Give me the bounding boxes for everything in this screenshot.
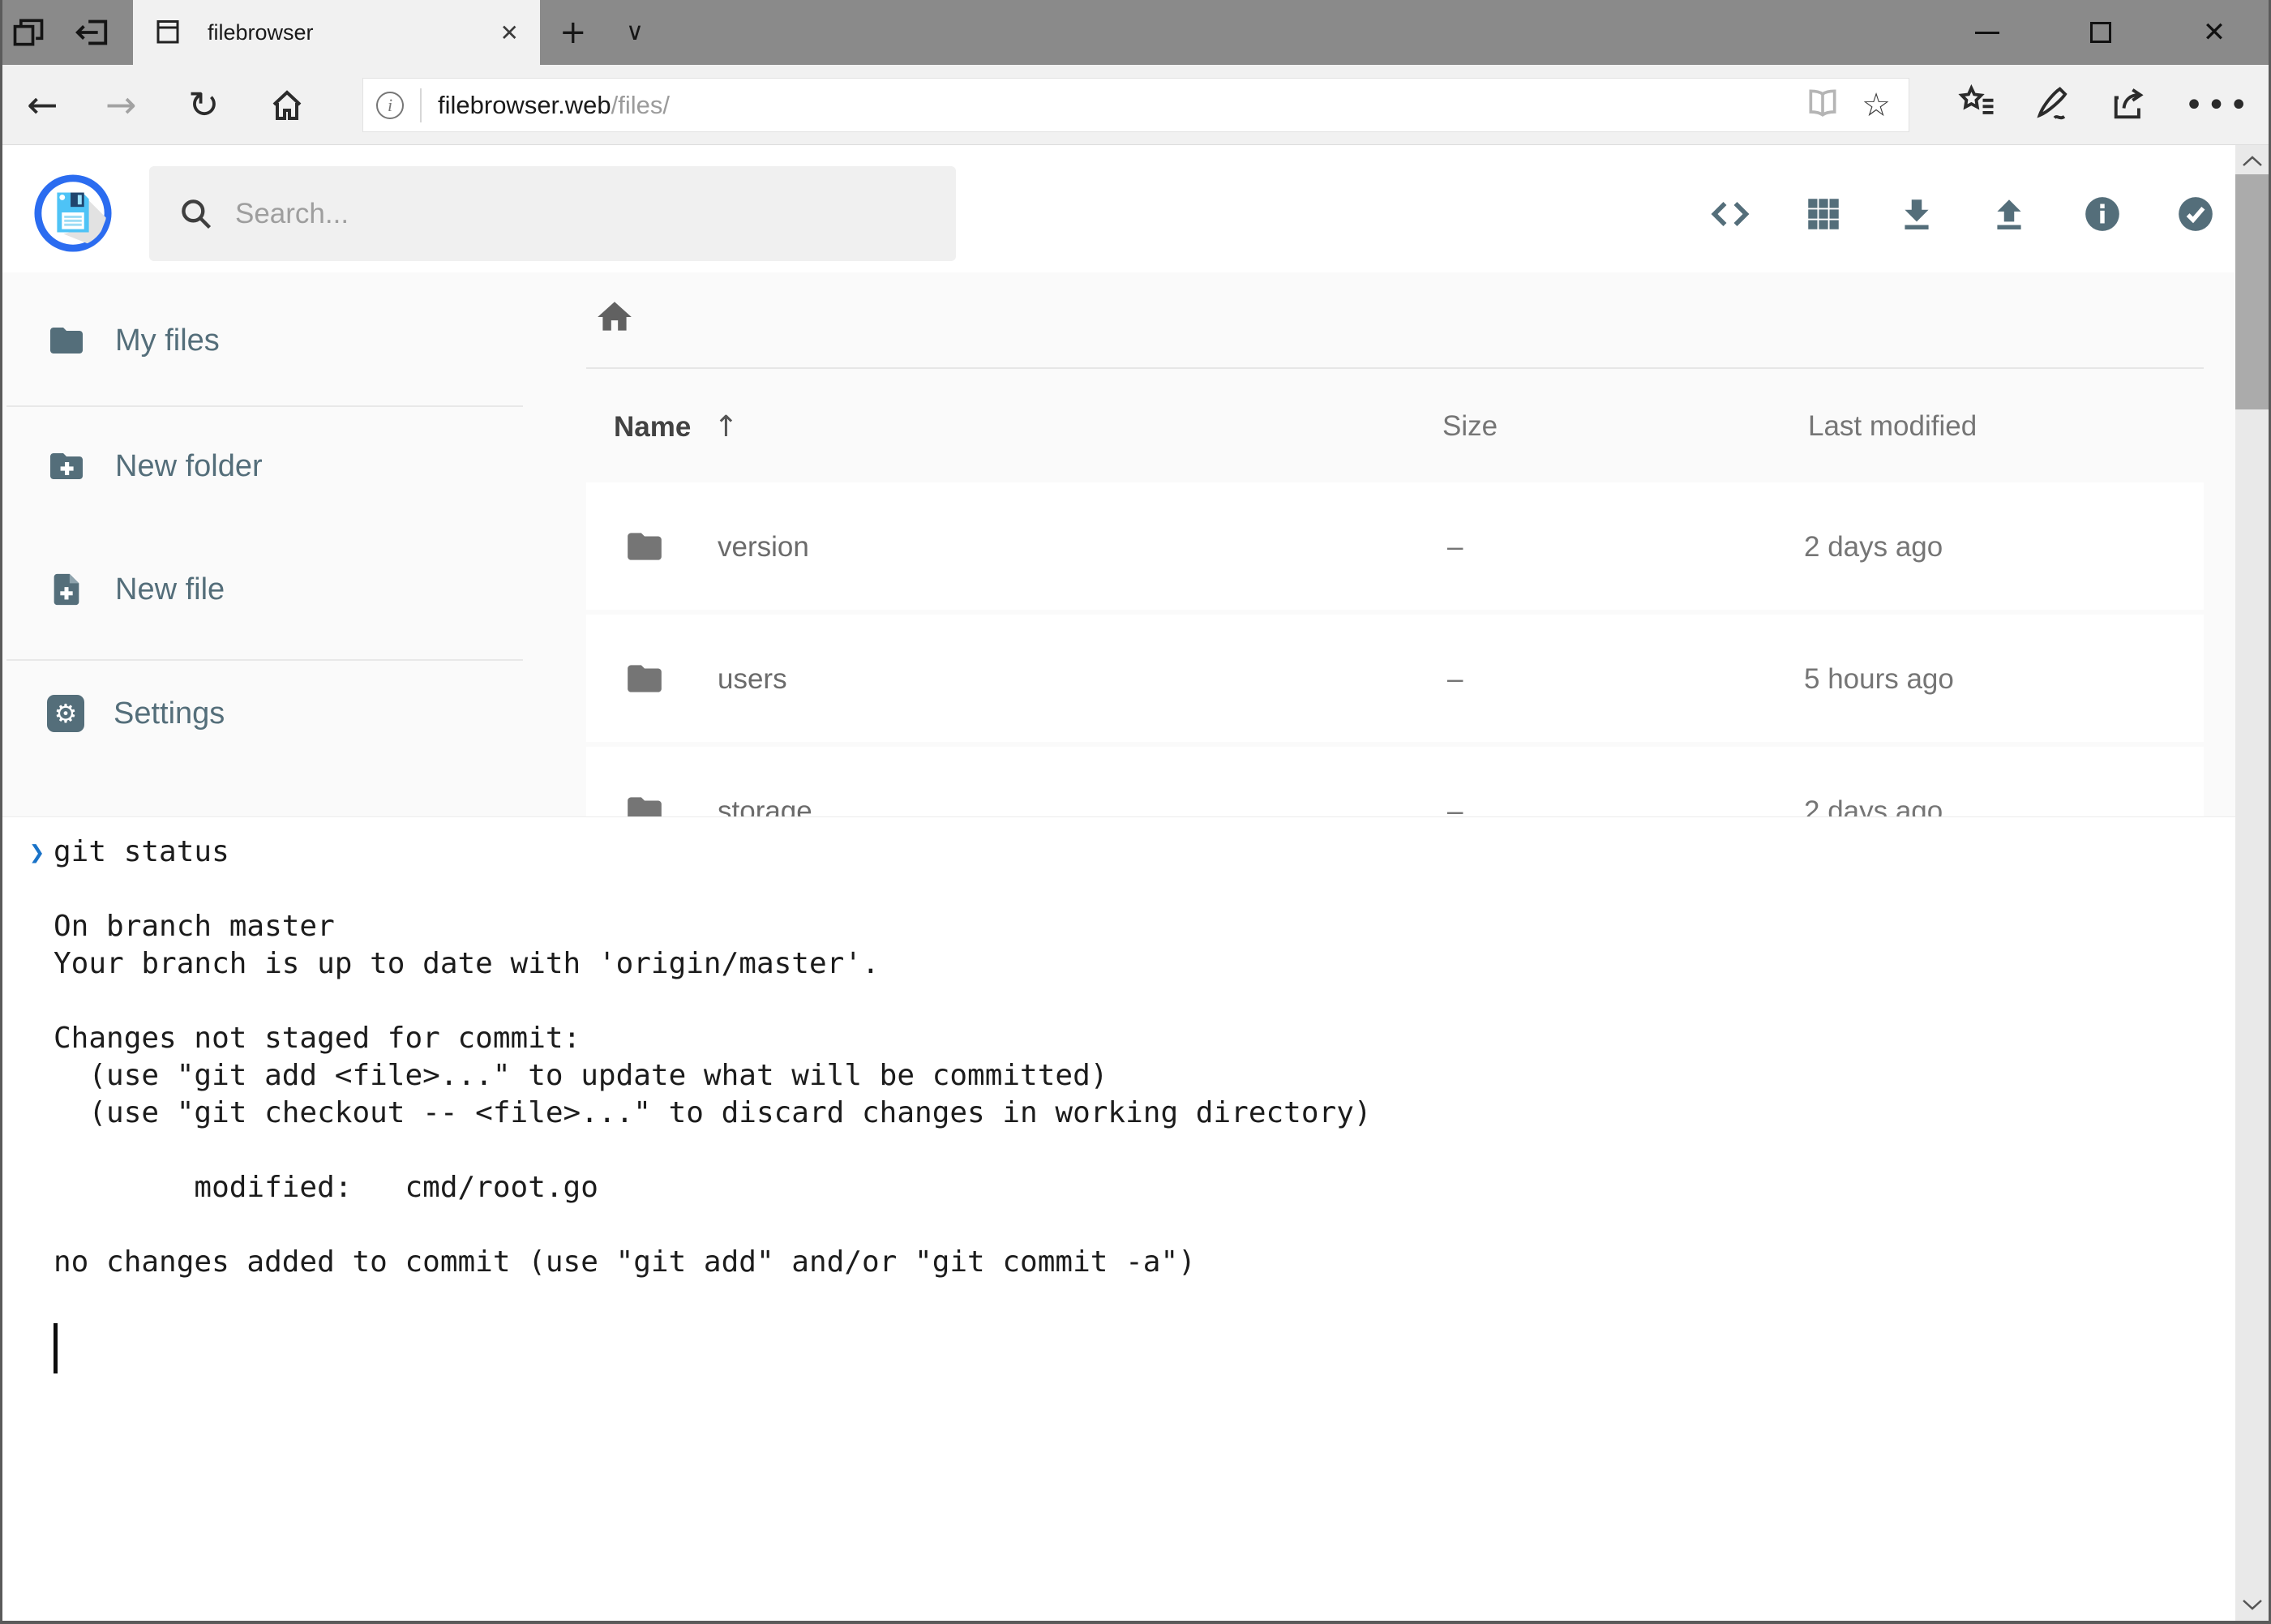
new-file-icon [47,570,86,609]
folder-icon [624,526,665,567]
file-modified: 5 hours ago [1804,663,1954,696]
terminal-line: (use "git add <file>..." to update what … [0,1059,2271,1096]
url-path: /files/ [611,91,670,120]
window-controls: ✕ [1930,0,2271,65]
sidebar-item-new-folder[interactable]: New folder [0,431,535,501]
tab-preview-icon[interactable] [0,0,57,65]
file-size: – [1447,663,1463,696]
tab-favicon-icon [146,0,190,65]
terminal-line: On branch master [0,910,2271,947]
filebrowser-logo[interactable] [33,174,113,253]
folder-icon [47,321,86,360]
scrollbar-thumb[interactable] [2235,174,2269,409]
sidebar-item-new-file[interactable]: New file [0,555,535,624]
new-folder-icon [47,447,86,486]
info-icon[interactable] [2080,191,2125,237]
file-name: users [718,663,787,696]
search-input[interactable] [235,198,851,230]
grid-view-icon[interactable] [1801,191,1846,237]
toolbar-actions: ••• [1942,65,2266,145]
sidebar-item-label: Settings [114,696,225,731]
window-border-bottom [0,1621,2271,1624]
sidebar-divider [6,659,523,661]
sidebar-item-label: My files [115,324,220,358]
reading-mode-icon[interactable] [1805,85,1840,125]
sidebar-item-settings[interactable]: ⚙ Settings [0,679,535,748]
tab-title: filebrowser [208,20,500,45]
code-view-icon[interactable] [1708,191,1753,237]
sidebar-divider [6,405,523,407]
file-size: – [1447,531,1463,563]
sidebar-item-label: New folder [115,449,263,484]
terminal-cursor-line [0,1320,2271,1378]
terminal-line [0,1133,2271,1171]
search-bar[interactable] [149,166,956,261]
listing-divider [586,367,2204,369]
terminal-line [0,1283,2271,1320]
minimize-button[interactable] [1930,0,2044,65]
tab-dropdown-icon[interactable]: ∨ [626,0,644,65]
column-header-size[interactable]: Size [1442,410,1498,443]
breadcrumb-home-icon[interactable] [594,297,635,337]
maximize-button[interactable] [2044,0,2157,65]
terminal-command: git status [54,835,229,868]
terminal-line: modified: cmd/root.go [0,1171,2271,1208]
browser-window: filebrowser ✕ + ∨ ✕ ← → ↻ i filebrowser.… [0,0,2271,1624]
close-button[interactable]: ✕ [2157,0,2271,65]
terminal-panel[interactable]: ❯ git status On branch master Your branc… [0,816,2271,1622]
search-icon [178,196,214,232]
settings-and-more-icon[interactable]: ••• [2184,87,2252,124]
terminal-line: Your branch is up to date with 'origin/m… [0,947,2271,984]
terminal-line: (use "git checkout -- <file>..." to disc… [0,1096,2271,1133]
app-toolbar [1708,186,2218,242]
minimize-icon [1975,32,1999,34]
site-info-icon[interactable]: i [376,92,404,119]
share-icon[interactable] [2108,82,2150,128]
add-favorite-icon[interactable]: ☆ [1862,87,1891,124]
new-tab-button[interactable]: + [559,0,587,65]
home-button[interactable] [268,86,306,129]
url-host: filebrowser.web [438,91,611,120]
column-header-modified[interactable]: Last modified [1808,410,1977,443]
window-border-left [0,0,2,1624]
set-tabs-aside-icon[interactable] [63,0,120,65]
text-cursor [54,1323,58,1373]
ink-pen-icon[interactable] [2033,82,2075,128]
terminal-line [0,1208,2271,1245]
file-row-version[interactable]: version – 2 days ago [586,482,2204,610]
url-separator [420,88,422,122]
prompt-chevron-icon: ❯ [29,837,45,868]
sort-ascending-icon: ↑ [713,410,738,443]
address-bar[interactable]: i filebrowser.web/files/ ☆ [362,78,1909,132]
sidebar-item-my-files[interactable]: My files [0,306,535,375]
refresh-button[interactable]: ↻ [188,65,220,145]
scroll-down-icon[interactable] [2235,1588,2269,1621]
sidebar-item-label: New file [115,572,225,607]
tab-close-icon[interactable]: ✕ [500,19,519,46]
back-button[interactable]: ← [27,65,58,145]
terminal-prompt-line: ❯ git status [0,835,2271,872]
forward-button[interactable]: → [105,65,137,145]
terminal-line [0,984,2271,1022]
terminal-line [0,872,2271,910]
settings-icon: ⚙ [47,695,84,732]
folder-icon [624,658,665,699]
terminal-line: no changes added to commit (use "git add… [0,1245,2271,1283]
favorites-hub-icon[interactable] [1956,82,1999,128]
download-icon[interactable] [1894,191,1939,237]
maximize-icon [2090,22,2111,43]
upload-icon[interactable] [1986,191,2032,237]
select-multiple-icon[interactable] [2173,191,2218,237]
column-header-name[interactable]: Name ↑ [614,410,739,443]
vertical-scrollbar[interactable] [2235,145,2269,1621]
file-row-users[interactable]: users – 5 hours ago [586,615,2204,742]
close-icon: ✕ [2203,16,2226,49]
file-modified: 2 days ago [1804,531,1943,563]
browser-tab[interactable]: filebrowser ✕ [133,0,540,65]
terminal-line: Changes not staged for commit: [0,1022,2271,1059]
file-name: version [718,531,809,563]
scroll-up-icon[interactable] [2235,145,2269,178]
